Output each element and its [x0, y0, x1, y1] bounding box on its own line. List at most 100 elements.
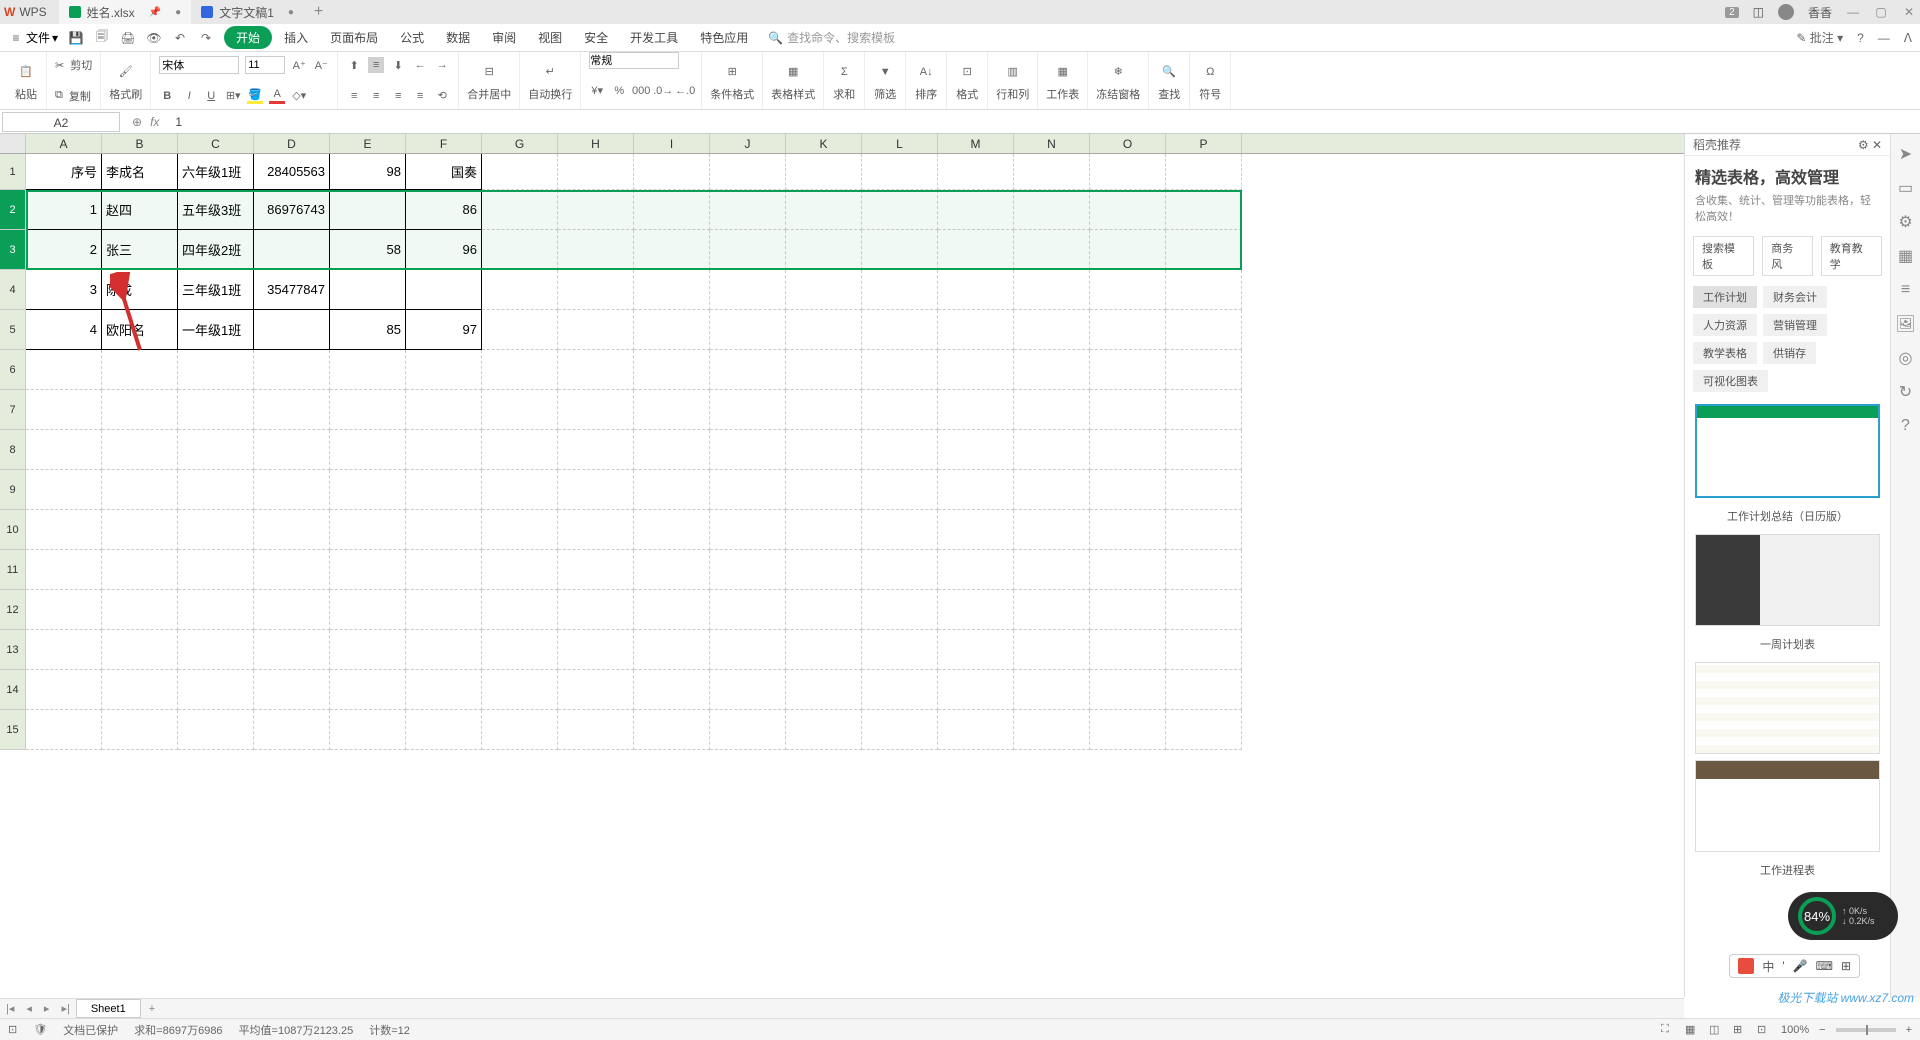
cell[interactable]: 张三: [102, 230, 178, 270]
cell[interactable]: 4: [26, 310, 102, 350]
tab-close-icon[interactable]: ●: [288, 7, 294, 18]
view-fullscreen-icon[interactable]: ⊡: [1757, 1023, 1771, 1037]
view-normal-icon[interactable]: ▦: [1685, 1023, 1699, 1037]
cell[interactable]: [938, 510, 1014, 550]
cell[interactable]: [558, 510, 634, 550]
fill-color-icon[interactable]: 🪣: [247, 88, 263, 104]
col-header-F[interactable]: F: [406, 134, 482, 153]
col-header-D[interactable]: D: [254, 134, 330, 153]
cell[interactable]: [330, 350, 406, 390]
cell[interactable]: [862, 550, 938, 590]
cell[interactable]: [254, 670, 330, 710]
rp-settings-icon[interactable]: ⚙: [1858, 138, 1869, 152]
menu-tab-insert[interactable]: 插入: [274, 25, 318, 50]
cell[interactable]: [938, 550, 1014, 590]
cell[interactable]: [1014, 510, 1090, 550]
cell[interactable]: [482, 470, 558, 510]
row-header[interactable]: 6: [0, 350, 26, 390]
cell[interactable]: [1014, 550, 1090, 590]
cell[interactable]: [634, 190, 710, 230]
col-header-K[interactable]: K: [786, 134, 862, 153]
cell[interactable]: [26, 550, 102, 590]
cell[interactable]: [254, 350, 330, 390]
cell[interactable]: [26, 630, 102, 670]
cell[interactable]: [634, 430, 710, 470]
cell[interactable]: [406, 630, 482, 670]
row-header[interactable]: 9: [0, 470, 26, 510]
cell[interactable]: [1014, 350, 1090, 390]
cell[interactable]: 97: [406, 310, 482, 350]
cell[interactable]: [330, 630, 406, 670]
col-header-G[interactable]: G: [482, 134, 558, 153]
menu-tab-devtools[interactable]: 开发工具: [620, 25, 688, 50]
cell[interactable]: [862, 670, 938, 710]
cell[interactable]: [938, 590, 1014, 630]
cell[interactable]: [330, 550, 406, 590]
hamburger-icon[interactable]: ≡: [8, 30, 24, 46]
cell[interactable]: [786, 510, 862, 550]
cell[interactable]: [1014, 470, 1090, 510]
sheet-tab[interactable]: Sheet1: [76, 999, 141, 1018]
cell[interactable]: [102, 510, 178, 550]
zoom-percent[interactable]: 100%: [1781, 1024, 1809, 1036]
justify-icon[interactable]: ≡: [412, 88, 428, 104]
cell[interactable]: [330, 510, 406, 550]
row-header[interactable]: 14: [0, 670, 26, 710]
sort-button[interactable]: A↓排序: [914, 60, 938, 102]
cell[interactable]: [254, 430, 330, 470]
cell[interactable]: [102, 390, 178, 430]
cell[interactable]: [1166, 270, 1242, 310]
formula-input[interactable]: 1: [169, 115, 1920, 129]
ime-punct[interactable]: ': [1782, 959, 1784, 973]
cell[interactable]: [938, 670, 1014, 710]
cell[interactable]: [558, 390, 634, 430]
cell[interactable]: [178, 710, 254, 750]
row-header[interactable]: 4: [0, 270, 26, 310]
cell[interactable]: [330, 470, 406, 510]
thousands-icon[interactable]: 000: [633, 83, 649, 99]
cell[interactable]: [634, 390, 710, 430]
cell[interactable]: 三年级1班: [178, 270, 254, 310]
file-menu[interactable]: 文件 ▾: [26, 29, 58, 46]
cell[interactable]: [406, 470, 482, 510]
row-header[interactable]: 10: [0, 510, 26, 550]
col-header-M[interactable]: M: [938, 134, 1014, 153]
menu-tab-security[interactable]: 安全: [574, 25, 618, 50]
menu-tab-start[interactable]: 开始: [224, 26, 272, 49]
cell[interactable]: 86: [406, 190, 482, 230]
template-card[interactable]: [1695, 404, 1880, 498]
cell[interactable]: [786, 270, 862, 310]
row-header[interactable]: 8: [0, 430, 26, 470]
cell[interactable]: [1090, 590, 1166, 630]
cell[interactable]: [938, 270, 1014, 310]
cell[interactable]: [862, 390, 938, 430]
cell[interactable]: [1014, 630, 1090, 670]
cell[interactable]: [102, 550, 178, 590]
paste-button[interactable]: 📋 粘贴: [14, 60, 38, 102]
format-painter-button[interactable]: 🖌 格式刷: [109, 60, 142, 102]
cell[interactable]: [406, 510, 482, 550]
indent-left-icon[interactable]: ←: [412, 57, 428, 73]
cell[interactable]: [1166, 310, 1242, 350]
cell[interactable]: [406, 590, 482, 630]
name-box[interactable]: A2: [2, 112, 120, 132]
cell[interactable]: [938, 350, 1014, 390]
col-header-C[interactable]: C: [178, 134, 254, 153]
document-tab-1[interactable]: 文字文稿1 ●: [191, 0, 304, 24]
cell[interactable]: [1166, 190, 1242, 230]
menu-tab-layout[interactable]: 页面布局: [320, 25, 388, 50]
cell[interactable]: [1014, 270, 1090, 310]
cell[interactable]: [862, 590, 938, 630]
cell[interactable]: [710, 550, 786, 590]
cell[interactable]: [178, 470, 254, 510]
cell[interactable]: [254, 630, 330, 670]
cell[interactable]: [1166, 350, 1242, 390]
add-sheet-button[interactable]: +: [141, 1003, 163, 1015]
italic-icon[interactable]: I: [181, 88, 197, 104]
cell[interactable]: [938, 390, 1014, 430]
cell[interactable]: [710, 710, 786, 750]
font-size-select[interactable]: [245, 56, 285, 74]
cell[interactable]: [1014, 190, 1090, 230]
cell[interactable]: [710, 630, 786, 670]
cell[interactable]: 86976743: [254, 190, 330, 230]
